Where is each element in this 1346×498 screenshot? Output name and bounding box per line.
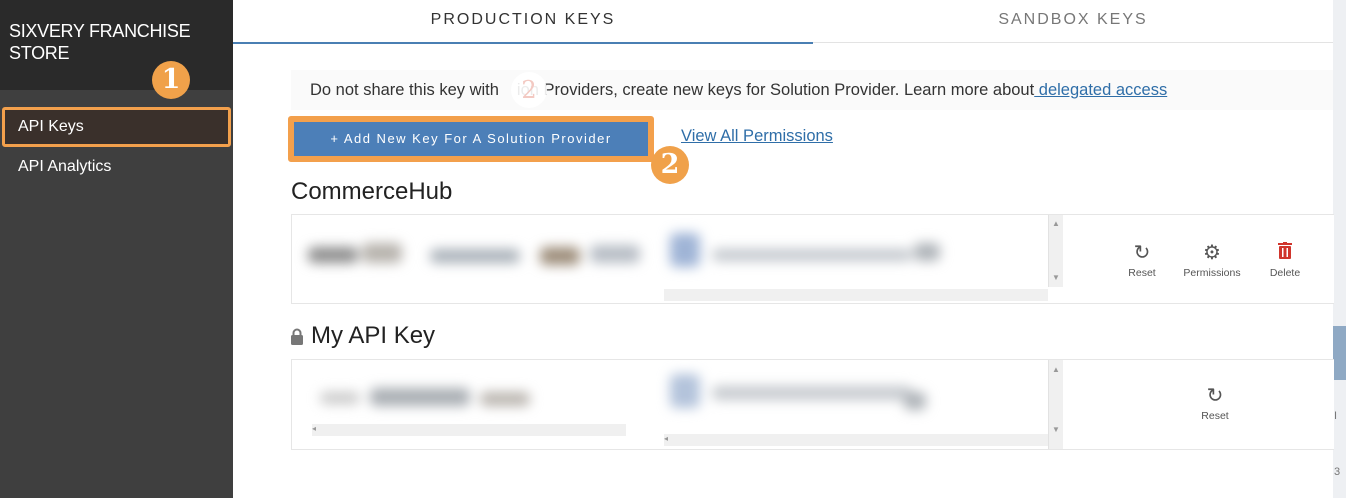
sidebar-item-api-analytics[interactable]: API Analytics [0,147,233,187]
sidebar: SIXVERY FRANCHISE STORE 1 API Keys API A… [0,0,233,498]
reset-action[interactable]: ↻ Reset [1107,241,1177,279]
key-card-my-api-key: ◂ ▲ ▼ ◂ ↻ Reset [291,359,1334,450]
delete-label: Delete [1269,267,1301,279]
key-scrollbar-horizontal[interactable] [664,289,1048,301]
delegated-access-link[interactable]: delegated access [1034,81,1167,99]
add-new-key-button[interactable]: + Add New Key For A Solution Provider [288,116,654,162]
brand-header: SIXVERY FRANCHISE STORE [0,0,233,90]
gear-icon: ⚙ [1203,242,1221,264]
view-all-permissions-link[interactable]: View All Permissions [681,127,833,146]
page-scrollbar[interactable] [1333,0,1346,498]
notice-text-start: Do not share this key with [310,81,499,99]
permissions-action[interactable]: ⚙ Permissions [1177,241,1247,279]
blurred-key-value [300,225,655,285]
reset-icon: ↻ [1206,385,1224,407]
scroll-mark-1: I [1334,410,1338,422]
tab-production-keys[interactable]: PRODUCTION KEYS [233,0,813,44]
delete-action[interactable]: Delete [1250,241,1320,279]
notice-banner: Do not share this key with ion Providers,… [291,70,1333,110]
add-new-key-label: + Add New Key For A Solution Provider [294,122,648,156]
key-title-commercehub: CommerceHub [291,178,453,205]
blurred-key-value [300,374,640,422]
blurred-secret-value [664,223,964,283]
reset-label: Reset [1201,410,1229,422]
sidebar-item-api-keys[interactable]: API Keys [2,107,231,147]
key-card-commercehub: ▲ ▼ ↻ Reset ⚙ Permissions Delete [291,214,1334,304]
key-title-my-api-key: My API Key [311,322,436,349]
step-badge-2: 2 [651,146,689,184]
notice-text: Do not share this key with ion Providers,… [310,81,1167,100]
tab-sandbox-keys[interactable]: SANDBOX KEYS [813,0,1333,42]
blurred-secret-value [664,366,964,426]
permissions-label: Permissions [1183,267,1241,279]
store-name: SIXVERY FRANCHISE STORE [9,21,191,63]
step-badge-1: 1 [152,61,190,99]
key-scrollbar-vertical[interactable]: ▲ ▼ [1048,215,1063,287]
reset-action[interactable]: ↻ Reset [1180,384,1250,422]
key-scrollbar-horizontal[interactable]: ◂ [312,424,626,436]
lock-icon [291,328,303,345]
notice-text-end: ion Providers, create new keys for Solut… [516,81,1035,99]
step-badge-2-faded: 2 [511,72,547,108]
key-scrollbar-horizontal-2[interactable]: ◂ [664,434,1048,446]
key-tabs: PRODUCTION KEYS SANDBOX KEYS [233,0,1333,44]
key-scrollbar-vertical[interactable]: ▲ ▼ [1048,360,1063,449]
reset-icon: ↻ [1133,242,1151,264]
reset-label: Reset [1128,267,1156,279]
trash-icon [1250,241,1320,267]
scroll-mark-2: 3 [1334,466,1341,478]
